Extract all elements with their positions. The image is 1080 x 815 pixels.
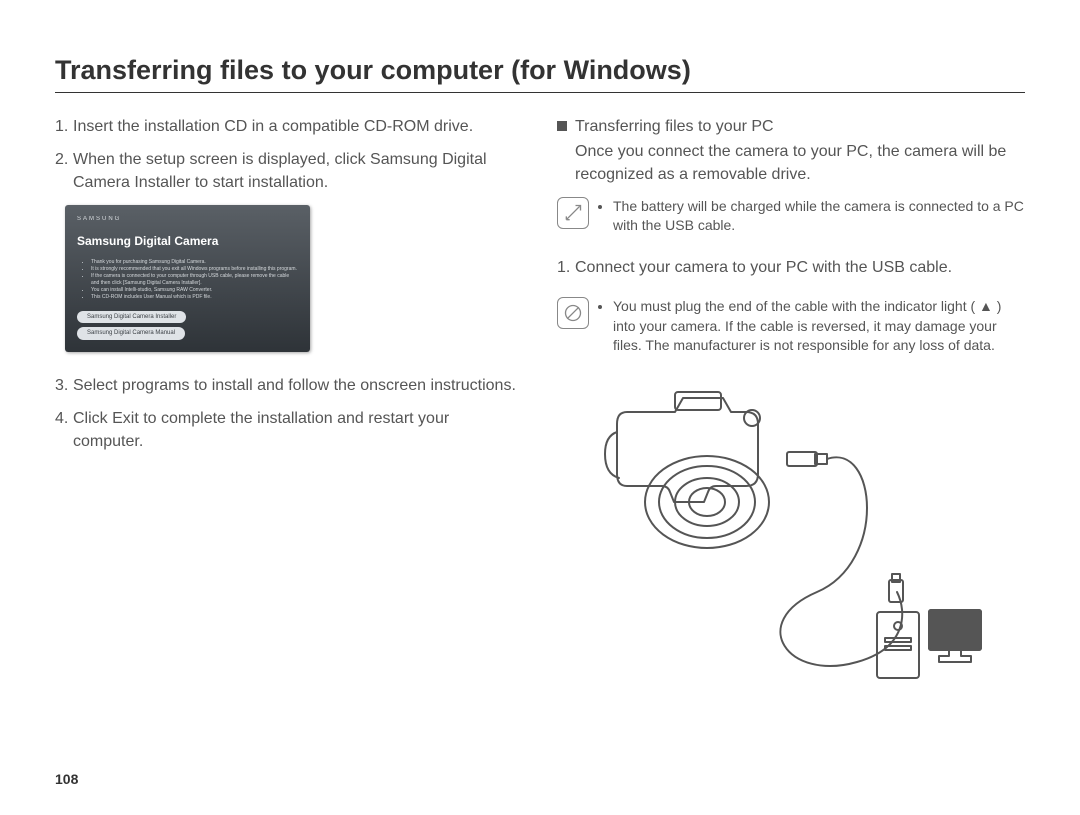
note-box-1: The battery will be charged while the ca… <box>557 197 1025 236</box>
page-number: 108 <box>55 771 78 787</box>
note-text: The battery will be charged while the ca… <box>599 197 1025 236</box>
installer-brand: SAMSUNG <box>77 215 298 224</box>
step-number: 1. <box>55 115 73 138</box>
sub-heading: Transferring files to your PC <box>575 115 774 138</box>
step-number: 2. <box>55 148 73 194</box>
caution-icon <box>557 297 589 329</box>
installer-title: Samsung Digital Camera <box>77 233 298 250</box>
step-number: 4. <box>55 407 73 453</box>
left-step-4: 4. Click Exit to complete the installati… <box>55 407 523 453</box>
step-number: 3. <box>55 374 73 397</box>
left-column: 1. Insert the installation CD in a compa… <box>55 115 523 699</box>
left-step-1: 1. Insert the installation CD in a compa… <box>55 115 523 138</box>
note-line: You must plug the end of the cable with … <box>613 297 1025 356</box>
camera-usb-illustration <box>557 382 987 692</box>
step-text: Connect your camera to your PC with the … <box>575 256 1025 279</box>
sub-heading-row: Transferring files to your PC <box>557 115 1025 138</box>
step-number: 1. <box>557 256 575 279</box>
right-column: Transferring files to your PC Once you c… <box>557 115 1025 699</box>
content-columns: 1. Insert the installation CD in a compa… <box>55 115 1025 699</box>
note-box-2: You must plug the end of the cable with … <box>557 297 1025 356</box>
step-text: Insert the installation CD in a compatib… <box>73 115 523 138</box>
step-text: Click Exit to complete the installation … <box>73 407 523 453</box>
installer-line: If the camera is connected to your compu… <box>91 273 298 287</box>
document-page: Transferring files to your computer (for… <box>0 0 1080 815</box>
note-line: The battery will be charged while the ca… <box>613 197 1025 236</box>
installer-button-manual: Samsung Digital Camera Manual <box>77 327 185 340</box>
step-text: Select programs to install and follow th… <box>73 374 523 397</box>
square-bullet-icon <box>557 121 567 131</box>
installer-screenshot: SAMSUNG Samsung Digital Camera Thank you… <box>65 205 310 352</box>
installer-line: It is strongly recommended that you exit… <box>91 266 298 273</box>
installer-line: This CD-ROM includes User Manual which i… <box>91 294 298 301</box>
left-step-3: 3. Select programs to install and follow… <box>55 374 523 397</box>
installer-line: You can install Intelli-studio, Samsung … <box>91 287 298 294</box>
title-rule <box>55 92 1025 93</box>
right-step-1: 1. Connect your camera to your PC with t… <box>557 256 1025 279</box>
sub-description: Once you connect the camera to your PC, … <box>575 140 1025 186</box>
step-text: When the setup screen is displayed, clic… <box>73 148 523 194</box>
page-title: Transferring files to your computer (for… <box>55 55 1025 86</box>
installer-line: Thank you for purchasing Samsung Digital… <box>91 259 298 266</box>
note-text: You must plug the end of the cable with … <box>599 297 1025 356</box>
installer-button-installer: Samsung Digital Camera Installer <box>77 311 186 324</box>
installer-bullets: Thank you for purchasing Samsung Digital… <box>91 259 298 301</box>
note-icon <box>557 197 589 229</box>
left-step-2: 2. When the setup screen is displayed, c… <box>55 148 523 194</box>
